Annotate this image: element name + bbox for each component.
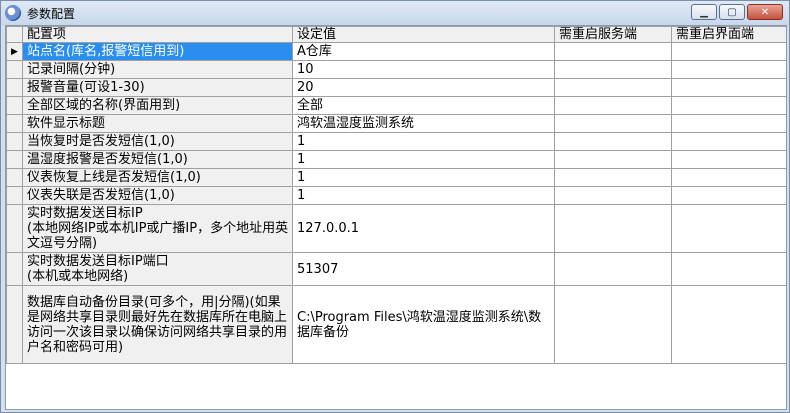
value-cell[interactable]: 20 — [292, 78, 555, 97]
row-header[interactable] — [6, 78, 23, 97]
row-header[interactable] — [6, 150, 23, 169]
row-header[interactable] — [6, 96, 23, 115]
restart-ui-cell[interactable] — [671, 114, 786, 133]
restart-ui-cell[interactable] — [671, 285, 786, 364]
restart-server-cell[interactable] — [554, 132, 672, 151]
column-header-restart-ui[interactable]: 需重启界面端 — [671, 26, 786, 43]
row-header[interactable] — [6, 132, 23, 151]
close-icon: ✕ — [760, 6, 770, 18]
restart-ui-cell[interactable] — [671, 96, 786, 115]
config-item-cell[interactable]: 数据库自动备份目录(可多个，用|分隔)(如果是网络共享目录则最好先在数据库所在电… — [22, 285, 293, 364]
restart-server-cell[interactable] — [554, 150, 672, 169]
row-header[interactable]: ▶ — [6, 42, 23, 61]
row-header[interactable] — [6, 60, 23, 79]
title-bar[interactable]: 参数配置 ▁ ▢ ✕ — [1, 1, 789, 25]
restart-ui-cell[interactable] — [671, 78, 786, 97]
config-table: 配置项 设定值 需重启服务端 需重启界面端 ▶ 站点名(库名,报警短信用到) A仓库… — [6, 26, 786, 364]
config-item-cell[interactable]: 实时数据发送目标IP (本地网络IP或本机IP或广播IP，多个地址用英文逗号分隔) — [22, 204, 293, 253]
value-cell[interactable]: 127.0.0.1 — [292, 204, 555, 253]
config-item-cell[interactable]: 实时数据发送目标IP端口 (本机或本地网络) — [22, 252, 293, 286]
value-cell[interactable]: 1 — [292, 186, 555, 205]
minimize-icon: ▁ — [700, 6, 708, 18]
row-header[interactable] — [6, 186, 23, 205]
row-header[interactable] — [6, 252, 23, 286]
value-cell[interactable]: C:\Program Files\鸿软温湿度监测系统\数据库备份 — [292, 285, 555, 364]
row-header[interactable] — [6, 168, 23, 187]
restart-server-cell[interactable] — [554, 96, 672, 115]
app-icon — [5, 5, 21, 21]
row-header[interactable] — [6, 285, 23, 364]
column-header-config-item[interactable]: 配置项 — [22, 26, 293, 43]
value-cell[interactable]: A仓库 — [292, 42, 555, 61]
table-row[interactable]: ▶ 站点名(库名,报警短信用到) A仓库 — [6, 42, 786, 61]
current-row-arrow-icon: ▶ — [11, 47, 18, 57]
column-header-restart-server[interactable]: 需重启服务端 — [554, 26, 672, 43]
config-item-cell[interactable]: 全部区域的名称(界面用到) — [22, 96, 293, 115]
row-header[interactable] — [6, 204, 23, 253]
value-cell[interactable]: 10 — [292, 60, 555, 79]
table-row[interactable]: 全部区域的名称(界面用到) 全部 — [6, 96, 786, 115]
table-row[interactable]: 实时数据发送目标IP端口 (本机或本地网络) 51307 — [6, 252, 786, 286]
config-item-cell[interactable]: 站点名(库名,报警短信用到) — [22, 42, 293, 61]
restart-ui-cell[interactable] — [671, 204, 786, 253]
maximize-button[interactable]: ▢ — [719, 4, 745, 20]
config-item-cell[interactable]: 当恢复时是否发短信(1,0) — [22, 132, 293, 151]
table-row[interactable]: 报警音量(可设1-30) 20 — [6, 78, 786, 97]
restart-ui-cell[interactable] — [671, 60, 786, 79]
config-item-cell[interactable]: 仪表失联是否发短信(1,0) — [22, 186, 293, 205]
restart-ui-cell[interactable] — [671, 186, 786, 205]
window-title: 参数配置 — [27, 6, 76, 21]
restart-server-cell[interactable] — [554, 42, 672, 61]
minimize-button[interactable]: ▁ — [691, 4, 717, 20]
table-row[interactable]: 温湿度报警是否发短信(1,0) 1 — [6, 150, 786, 169]
restart-server-cell[interactable] — [554, 186, 672, 205]
value-cell[interactable]: 鸿软温湿度监测系统 — [292, 114, 555, 133]
table-row[interactable]: 当恢复时是否发短信(1,0) 1 — [6, 132, 786, 151]
restart-ui-cell[interactable] — [671, 150, 786, 169]
close-button[interactable]: ✕ — [747, 4, 783, 20]
table-row[interactable]: 仪表恢复上线是否发短信(1,0) 1 — [6, 168, 786, 187]
restart-ui-cell[interactable] — [671, 132, 786, 151]
restart-server-cell[interactable] — [554, 60, 672, 79]
table-row[interactable]: 数据库自动备份目录(可多个，用|分隔)(如果是网络共享目录则最好先在数据库所在电… — [6, 285, 786, 364]
header-row: 配置项 设定值 需重启服务端 需重启界面端 — [6, 26, 786, 43]
restart-server-cell[interactable] — [554, 285, 672, 364]
value-cell[interactable]: 1 — [292, 168, 555, 187]
column-header-value[interactable]: 设定值 — [292, 26, 555, 43]
config-item-cell[interactable]: 温湿度报警是否发短信(1,0) — [22, 150, 293, 169]
restart-server-cell[interactable] — [554, 252, 672, 286]
restart-server-cell[interactable] — [554, 78, 672, 97]
config-grid[interactable]: 配置项 设定值 需重启服务端 需重启界面端 ▶ 站点名(库名,报警短信用到) A仓库… — [5, 25, 787, 410]
value-cell[interactable]: 51307 — [292, 252, 555, 286]
row-header[interactable] — [6, 114, 23, 133]
config-item-cell[interactable]: 报警音量(可设1-30) — [22, 78, 293, 97]
table-row[interactable]: 实时数据发送目标IP (本地网络IP或本机IP或广播IP，多个地址用英文逗号分隔)… — [6, 204, 786, 253]
restart-server-cell[interactable] — [554, 204, 672, 253]
window-controls: ▁ ▢ ✕ — [691, 4, 783, 20]
parameter-config-window: 参数配置 ▁ ▢ ✕ 配置项 设定值 需重启服务端 需重启界面端 ▶ 站点名(库… — [0, 0, 790, 413]
value-cell[interactable]: 全部 — [292, 96, 555, 115]
restart-server-cell[interactable] — [554, 114, 672, 133]
value-cell[interactable]: 1 — [292, 132, 555, 151]
restart-ui-cell[interactable] — [671, 252, 786, 286]
corner-cell — [6, 26, 23, 43]
config-item-cell[interactable]: 记录间隔(分钟) — [22, 60, 293, 79]
config-item-cell[interactable]: 软件显示标题 — [22, 114, 293, 133]
maximize-icon: ▢ — [727, 6, 737, 18]
restart-ui-cell[interactable] — [671, 42, 786, 61]
restart-server-cell[interactable] — [554, 168, 672, 187]
table-row[interactable]: 记录间隔(分钟) 10 — [6, 60, 786, 79]
table-row[interactable]: 仪表失联是否发短信(1,0) 1 — [6, 186, 786, 205]
value-cell[interactable]: 1 — [292, 150, 555, 169]
config-item-cell[interactable]: 仪表恢复上线是否发短信(1,0) — [22, 168, 293, 187]
table-row[interactable]: 软件显示标题 鸿软温湿度监测系统 — [6, 114, 786, 133]
restart-ui-cell[interactable] — [671, 168, 786, 187]
